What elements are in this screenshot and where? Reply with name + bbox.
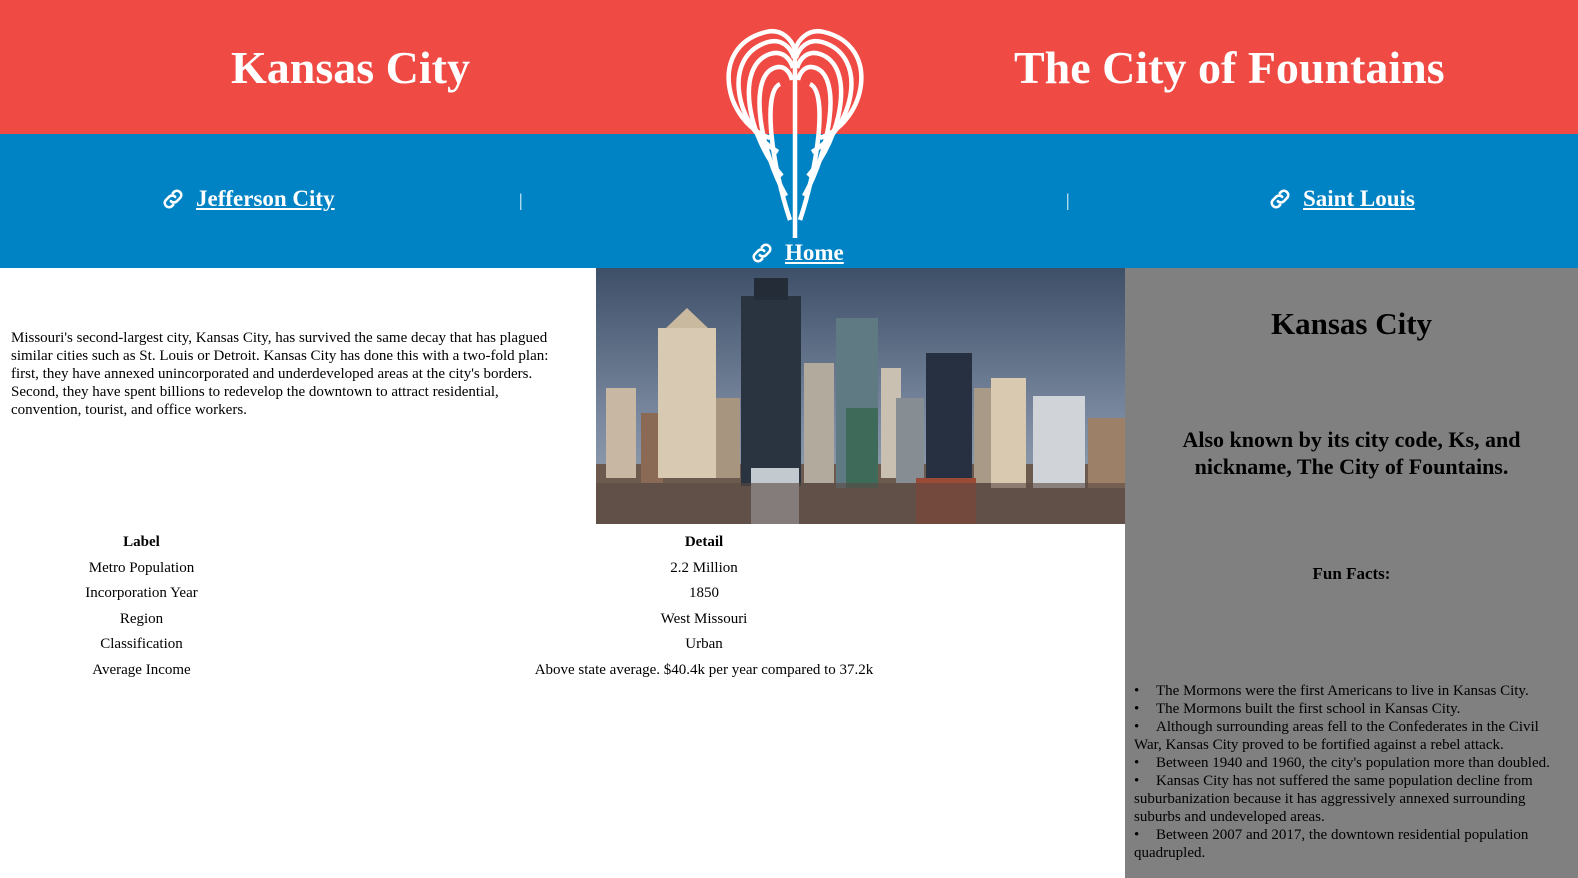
intro-paragraph: Missouri's second-largest city, Kansas C… (11, 330, 549, 418)
table-row: Incorporation Year 1850 (0, 581, 1125, 607)
list-item: • The Mormons were the first Americans to… (1134, 682, 1564, 700)
fact-text: Although surrounding areas fell to the C… (1134, 719, 1539, 753)
bullet: • (1134, 755, 1140, 771)
nav-separator: | (519, 190, 523, 210)
fact-text: The Mormons were the first Americans to … (1156, 683, 1529, 699)
list-item: • Kansas City has not suffered the same p… (1134, 772, 1564, 826)
table-cell-label: Incorporation Year (85, 585, 198, 602)
table-cell-detail: Above state average. $40.4k per year com… (534, 661, 874, 678)
header-title-left: Kansas City (231, 42, 470, 93)
fun-facts-list: • The Mormons were the first Americans to… (1134, 682, 1564, 862)
bullet: • (1134, 701, 1140, 717)
fact-text: Between 2007 and 2017, the downtown resi… (1134, 827, 1529, 861)
table-cell-detail: 1850 (689, 585, 719, 602)
table-cell-label: Classification (100, 636, 183, 653)
fact-text: Kansas City has not suffered the same po… (1134, 773, 1533, 825)
nav-link-label: Jefferson City (196, 186, 335, 211)
bullet: • (1134, 827, 1140, 843)
link-icon (1270, 189, 1290, 209)
table-row: Classification Urban (0, 632, 1125, 658)
fact-text: The Mormons built the first school in Ka… (1156, 701, 1461, 717)
link-icon (752, 243, 772, 263)
nav-link-label: Home (785, 240, 844, 265)
table-row: Region West Missouri (0, 607, 1125, 633)
table-cell-detail: Urban (685, 636, 723, 653)
table-header-label: Label (123, 534, 160, 551)
bullet: • (1134, 773, 1140, 789)
nav-link-home[interactable]: Home (749, 240, 844, 266)
nav-link-label: Saint Louis (1303, 186, 1415, 211)
bullet: • (1134, 683, 1140, 699)
table-header-detail: Detail (684, 534, 724, 551)
table-row: Average Income Above state average. $40.… (0, 658, 1125, 684)
sidebar-title: Kansas City (1270, 306, 1433, 341)
bullet: • (1134, 719, 1140, 735)
link-icon (163, 189, 183, 209)
header-title-right: The City of Fountains (1014, 42, 1445, 93)
table-cell-label: Metro Population (88, 559, 195, 576)
table-cell-label: Region (119, 610, 164, 627)
fact-text: Between 1940 and 1960, the city's popula… (1156, 755, 1550, 771)
table-row: Metro Population 2.2 Million (0, 556, 1125, 582)
list-item: • Between 1940 and 1960, the city's popul… (1134, 754, 1564, 772)
nav-separator: | (1066, 190, 1070, 210)
table-header-row: Label Detail (0, 530, 1125, 556)
sidebar-subtitle: Also known by its city code, Ks, and nic… (1182, 427, 1521, 479)
fountain-logo-icon (726, 28, 864, 238)
table-cell-detail: West Missouri (660, 610, 748, 627)
list-item: • Between 2007 and 2017, the downtown res… (1134, 826, 1564, 862)
facts-table: Label Detail Metro Population 2.2 Millio… (0, 530, 1125, 683)
city-skyline-image (596, 268, 1125, 524)
table-cell-detail: 2.2 Million (670, 559, 738, 576)
nav-link-jefferson-city[interactable]: Jefferson City (160, 186, 335, 212)
list-item: • The Mormons built the first school in K… (1134, 700, 1564, 718)
sidebar: Kansas City Also known by its city code,… (1125, 268, 1578, 878)
fun-facts-heading: Fun Facts: (1312, 564, 1391, 583)
list-item: • Although surrounding areas fell to the … (1134, 718, 1564, 754)
table-cell-label: Average Income (92, 661, 191, 678)
nav-link-saint-louis[interactable]: Saint Louis (1267, 186, 1415, 212)
